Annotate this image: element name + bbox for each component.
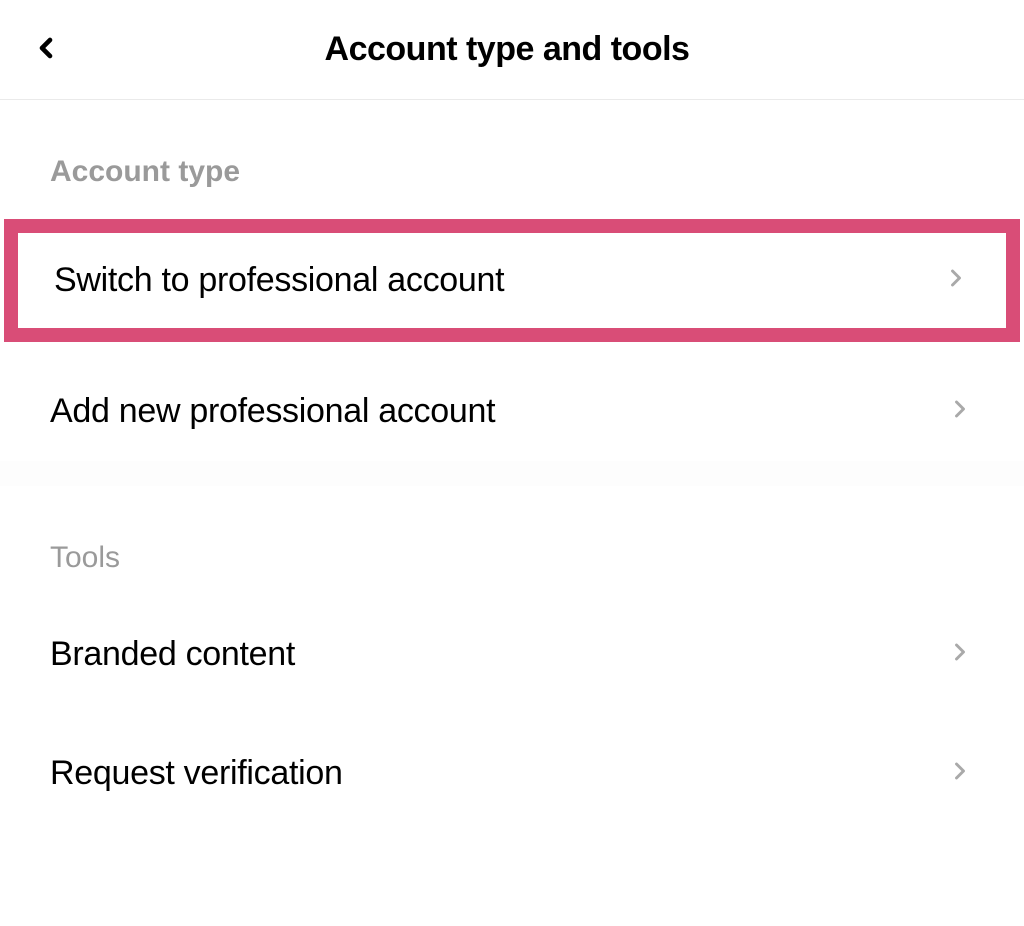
header: Account type and tools: [0, 0, 1024, 100]
chevron-left-icon: [30, 32, 62, 67]
chevron-right-icon: [946, 757, 974, 790]
list-item-label: Branded content: [50, 635, 295, 674]
back-button[interactable]: [30, 32, 62, 67]
chevron-right-icon: [942, 264, 970, 297]
request-verification-item[interactable]: Request verification: [0, 724, 1024, 823]
chevron-right-icon: [946, 395, 974, 428]
account-type-section-header: Account type: [0, 100, 1024, 219]
list-item-label: Switch to professional account: [54, 261, 504, 300]
add-new-professional-account-item[interactable]: Add new professional account: [0, 362, 1024, 461]
switch-to-professional-account-item[interactable]: Switch to professional account: [4, 219, 1020, 342]
section-divider: [0, 461, 1024, 486]
branded-content-item[interactable]: Branded content: [0, 605, 1024, 704]
tools-section-header: Tools: [0, 486, 1024, 605]
chevron-right-icon: [946, 638, 974, 671]
list-item-label: Add new professional account: [50, 392, 495, 431]
list-item-label: Request verification: [50, 754, 343, 793]
page-title: Account type and tools: [325, 30, 690, 69]
